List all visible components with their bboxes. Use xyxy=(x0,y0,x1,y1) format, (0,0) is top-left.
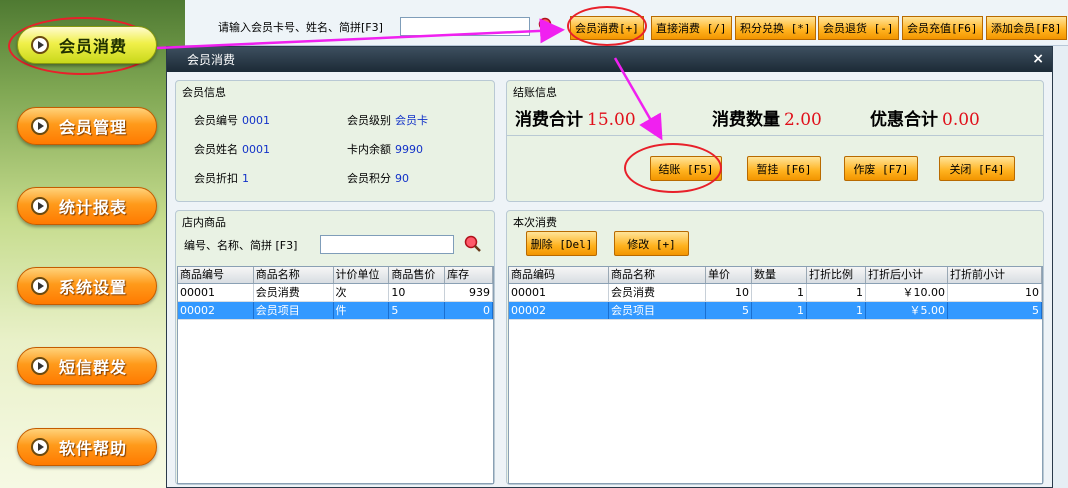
tutorial-arrows xyxy=(156,18,663,141)
